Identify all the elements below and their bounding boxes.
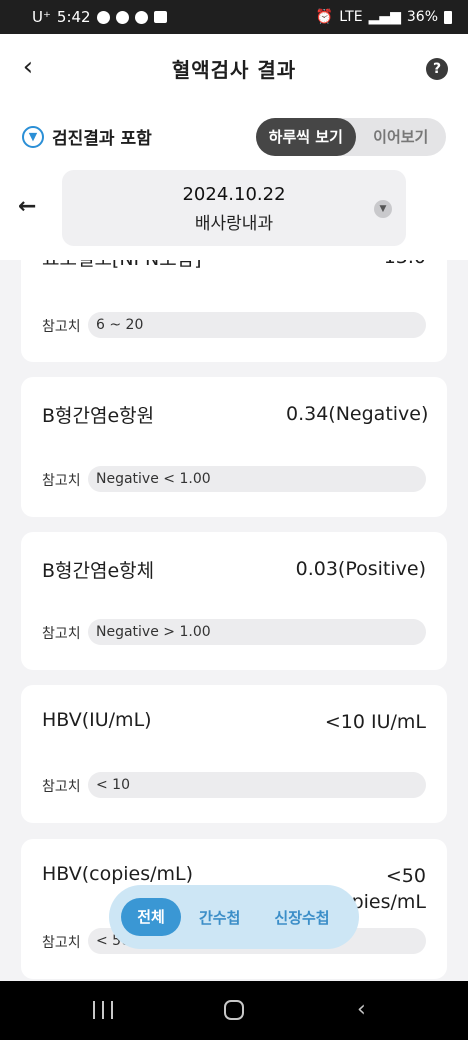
reference-range: Negative > 1.00 — [88, 619, 426, 645]
include-checkup-label: 검진결과 포함 — [52, 129, 152, 149]
test-name: HBV(IU/mL) — [42, 709, 152, 731]
reference-label: 참고치 — [42, 473, 81, 489]
view-daily-button[interactable]: 하루씩 보기 — [256, 118, 356, 156]
test-value: 0.03(Positive) — [295, 558, 426, 580]
test-value: <10 IU/mL — [324, 711, 426, 733]
arrow-left-icon: ← — [18, 194, 37, 219]
reference-label: 참고치 — [42, 779, 81, 795]
date-value: 2024.10.22 — [182, 184, 286, 205]
view-continuous-button[interactable]: 이어보기 — [356, 118, 446, 156]
category-filter: 전체 간수첩 신장수첩 — [109, 885, 359, 949]
reference-range: 6 ~ 20 — [88, 312, 426, 338]
chevron-down-icon: ▼ — [374, 200, 392, 218]
back-button[interactable]: ‹ — [14, 54, 42, 82]
reference-range: < 10 — [88, 772, 426, 798]
carrier-label: U⁺ — [32, 8, 51, 26]
signal-icon: ▂▄▆ — [368, 9, 401, 25]
app-header: ‹ 혈액검사 결과 ? — [0, 34, 468, 102]
test-value: 13.0 — [286, 260, 426, 270]
talk-icon — [96, 10, 110, 24]
department-name: 배사랑내과 — [194, 214, 274, 234]
help-button[interactable]: ? — [426, 58, 448, 80]
facebook-icon — [115, 10, 129, 24]
cloud-icon — [134, 10, 148, 24]
status-bar: U⁺ 5:42 ⏰ LTE ▂▄▆ 36% — [0, 0, 468, 34]
result-card: B형간염e항체 0.03(Positive) 참고치 Negative > 1.… — [21, 532, 447, 670]
reference-range: Negative < 1.00 — [88, 466, 426, 492]
chevron-down-circle-icon: ▼ — [22, 125, 44, 148]
reference-label: 참고치 — [42, 319, 81, 335]
gallery-icon — [153, 11, 167, 23]
battery-icon — [444, 10, 452, 24]
filter-liver-button[interactable]: 간수첩 — [199, 907, 240, 928]
view-mode-segmented: 하루씩 보기 이어보기 — [256, 118, 446, 156]
date-selector-bar: ← 2024.10.22 배사랑내과 ▼ — [0, 168, 468, 260]
result-card: 요소질소[NPN포함] 13.0 참고치 6 ~ 20 — [21, 260, 447, 362]
include-checkup-toggle[interactable]: ▼ 검진결과 포함 — [22, 124, 152, 149]
battery-label: 36% — [406, 9, 438, 25]
filter-all-button[interactable]: 전체 — [121, 898, 181, 936]
reference-label: 참고치 — [42, 935, 81, 951]
filter-kidney-button[interactable]: 신장수첩 — [274, 907, 329, 928]
chevron-left-icon: ‹ — [22, 52, 34, 82]
system-back-icon[interactable]: ‹ — [357, 997, 366, 1022]
test-name: 요소질소[NPN포함] — [42, 260, 202, 271]
page-title: 혈액검사 결과 — [171, 57, 297, 82]
result-card: B형간염e항원 0.34(Negative) 참고치 Negative < 1.… — [21, 377, 447, 517]
network-label: LTE — [339, 9, 363, 25]
home-icon[interactable] — [224, 1000, 244, 1020]
test-name: B형간염e항체 — [42, 560, 155, 582]
test-name: HBV(copies/mL) — [42, 863, 194, 885]
clock: 5:42 — [56, 8, 91, 26]
date-dropdown[interactable]: 2024.10.22 배사랑내과 ▼ — [62, 170, 406, 246]
reference-label: 참고치 — [42, 626, 81, 642]
alarm-icon: ⏰ — [315, 9, 334, 25]
results-list[interactable]: 요소질소[NPN포함] 13.0 참고치 6 ~ 20 B형간염e항원 0.34… — [0, 260, 468, 981]
result-card: HBV(IU/mL) <10 IU/mL 참고치 < 10 — [21, 685, 447, 823]
view-options: ▼ 검진결과 포함 하루씩 보기 이어보기 — [0, 102, 468, 168]
system-nav-bar: ‹ — [0, 981, 468, 1040]
test-name: B형간염e항원 — [42, 405, 155, 427]
test-value: 0.34(Negative) — [286, 403, 429, 425]
recent-apps-icon[interactable] — [93, 1001, 113, 1019]
previous-date-button[interactable]: ← — [18, 194, 36, 219]
